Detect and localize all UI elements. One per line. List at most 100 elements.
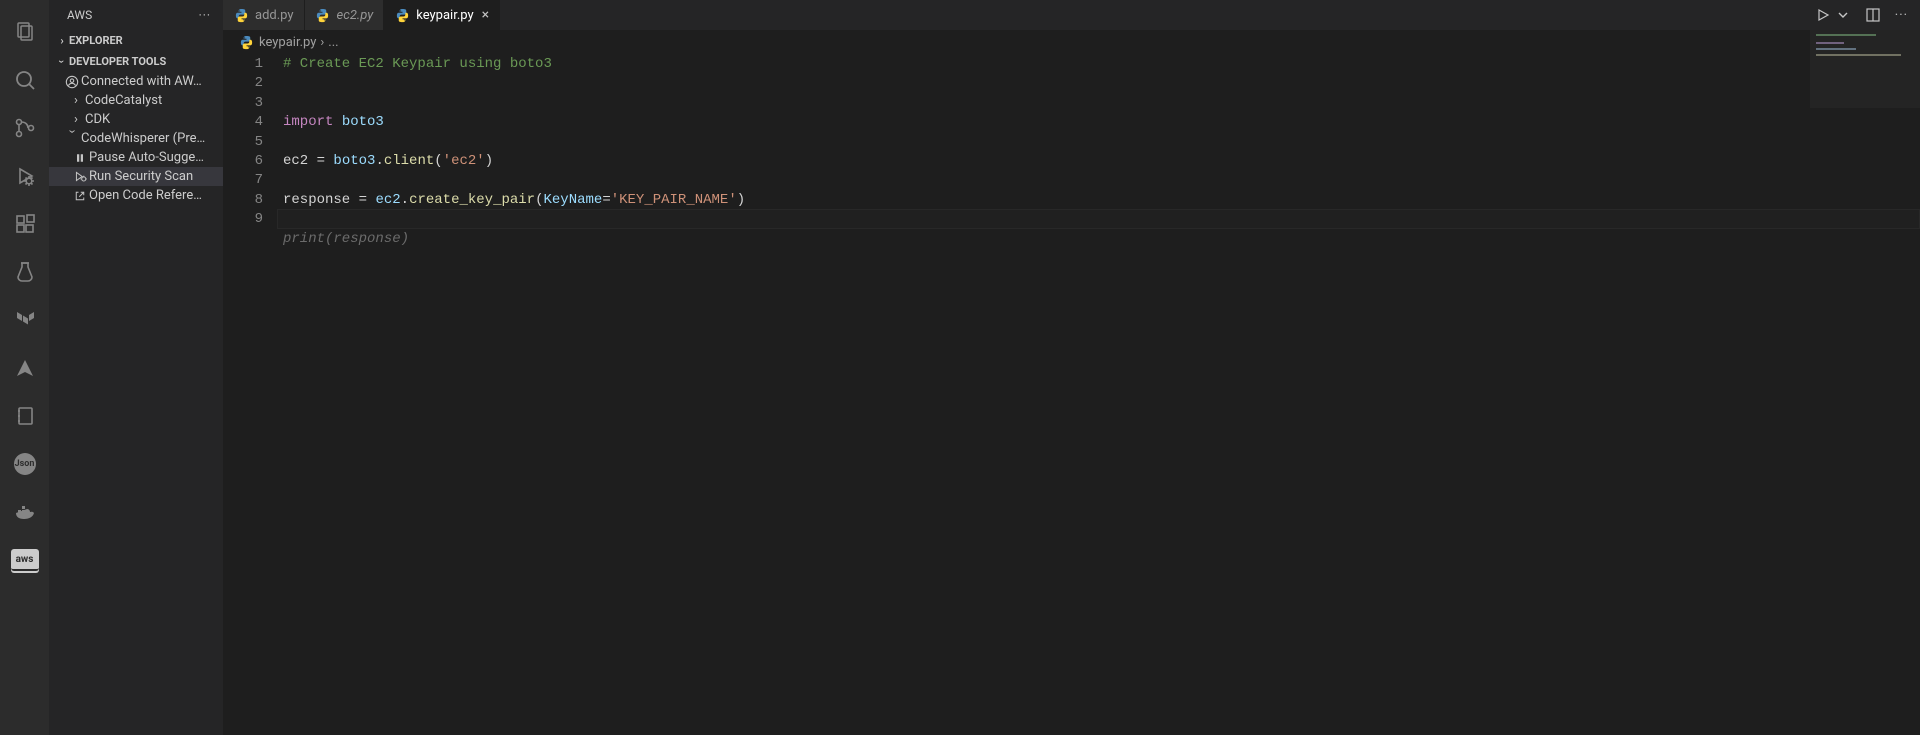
sidebar-item-connected[interactable]: Connected with AW… bbox=[49, 72, 223, 91]
code-token: # Create EC2 Keypair using boto3 bbox=[283, 56, 552, 72]
sidebar: AWS ··· › EXPLORER › DEVELOPER TOOLS Con… bbox=[49, 0, 223, 735]
chevron-down-icon: › bbox=[65, 130, 80, 148]
sidebar-item-label: Open Code Refere… bbox=[89, 188, 202, 203]
run-dropdown-icon[interactable] bbox=[1835, 7, 1851, 23]
aws-toolkit-icon[interactable]: aws bbox=[1, 536, 49, 584]
sidebar-item-run-scan[interactable]: Run Security Scan bbox=[49, 167, 223, 186]
code-token: boto3 bbox=[333, 114, 383, 130]
tab-ec2-py[interactable]: ec2.py bbox=[305, 0, 385, 30]
minimap[interactable] bbox=[1810, 30, 1920, 110]
code-token: 'KEY_PAIR_NAME' bbox=[611, 192, 737, 208]
code-token: ) bbox=[485, 153, 493, 169]
search-icon[interactable] bbox=[1, 56, 49, 104]
breadcrumb[interactable]: keypair.py › ... bbox=[223, 30, 1920, 54]
sidebar-item-label: CodeWhisperer (Pre… bbox=[81, 131, 205, 146]
code-token: = bbox=[359, 192, 376, 208]
explorer-label: EXPLORER bbox=[69, 34, 123, 47]
testing-icon[interactable] bbox=[1, 248, 49, 296]
code-token: ec2 bbox=[283, 153, 317, 169]
split-editor-icon[interactable] bbox=[1865, 7, 1881, 23]
code-token: ( bbox=[434, 153, 442, 169]
tab-label: ec2.py bbox=[337, 8, 374, 23]
sidebar-item-label: Pause Auto-Sugge… bbox=[89, 150, 204, 165]
sidebar-title: AWS bbox=[67, 8, 92, 22]
code-token: ec2 bbox=[375, 192, 400, 208]
sidebar-item-open-code-ref[interactable]: Open Code Refere… bbox=[49, 186, 223, 205]
code-token: response bbox=[283, 192, 359, 208]
code-token: import bbox=[283, 114, 333, 130]
inline-suggestion: print(response) bbox=[283, 231, 409, 247]
more-icon[interactable]: ··· bbox=[1895, 8, 1908, 23]
pause-icon bbox=[71, 152, 89, 164]
code-token: boto3 bbox=[333, 153, 375, 169]
code-token: = bbox=[602, 192, 610, 208]
bug-run-icon bbox=[71, 170, 89, 183]
sidebar-more-icon[interactable]: ··· bbox=[199, 8, 211, 22]
developer-tools-label: DEVELOPER TOOLS bbox=[69, 55, 166, 68]
line-number: 9 bbox=[223, 210, 263, 229]
code-editor[interactable]: 1 2 3 4 5 6 7 8 9 # Create EC2 Keypair u… bbox=[223, 54, 1920, 735]
sidebar-item-codewhisperer[interactable]: › CodeWhisperer (Pre… bbox=[49, 129, 223, 148]
code-token: . bbox=[401, 192, 409, 208]
line-number: 7 bbox=[223, 171, 263, 190]
code-token: 'ec2' bbox=[443, 153, 485, 169]
sidebar-item-label: CodeCatalyst bbox=[85, 93, 162, 108]
sidebar-item-pause[interactable]: Pause Auto-Sugge… bbox=[49, 148, 223, 167]
python-file-icon bbox=[233, 7, 249, 23]
docker-icon[interactable] bbox=[1, 488, 49, 536]
code-token: ( bbox=[535, 192, 543, 208]
terraform-icon[interactable] bbox=[1, 296, 49, 344]
sidebar-item-codecatalyst[interactable]: › CodeCatalyst bbox=[49, 91, 223, 110]
tab-keypair-py[interactable]: keypair.py × bbox=[384, 0, 500, 30]
line-number: 2 bbox=[223, 74, 263, 93]
code-token: client bbox=[384, 153, 434, 169]
line-number-gutter: 1 2 3 4 5 6 7 8 9 bbox=[223, 54, 283, 735]
link-external-icon bbox=[71, 190, 89, 202]
arrow-icon[interactable] bbox=[1, 344, 49, 392]
tab-label: keypair.py bbox=[416, 8, 473, 23]
tab-add-py[interactable]: add.py bbox=[223, 0, 305, 30]
editor-area: add.py ec2.py keypair.py × bbox=[223, 0, 1920, 735]
line-number: 1 bbox=[223, 55, 263, 74]
user-icon bbox=[63, 75, 81, 89]
explorer-section[interactable]: › EXPLORER bbox=[49, 30, 223, 51]
sidebar-item-label: Run Security Scan bbox=[89, 169, 193, 184]
chevron-right-icon: › bbox=[320, 35, 324, 50]
extensions-icon[interactable] bbox=[1, 200, 49, 248]
code-token: create_key_pair bbox=[409, 192, 535, 208]
line-number: 3 bbox=[223, 94, 263, 113]
python-file-icon bbox=[315, 7, 331, 23]
sidebar-item-label: Connected with AW… bbox=[81, 74, 202, 89]
tab-label: add.py bbox=[255, 8, 294, 23]
run-debug-icon[interactable] bbox=[1, 152, 49, 200]
notebook-icon[interactable] bbox=[1, 392, 49, 440]
line-number: 5 bbox=[223, 133, 263, 152]
sidebar-item-label: CDK bbox=[85, 112, 110, 127]
source-control-icon[interactable] bbox=[1, 104, 49, 152]
close-icon[interactable]: × bbox=[482, 7, 489, 23]
json-icon[interactable]: Json bbox=[1, 440, 49, 488]
developer-tools-section[interactable]: › DEVELOPER TOOLS bbox=[49, 51, 223, 72]
line-number: 4 bbox=[223, 113, 263, 132]
chevron-down-icon: › bbox=[56, 55, 69, 69]
code-token: . bbox=[375, 153, 383, 169]
chevron-right-icon: › bbox=[55, 34, 69, 47]
breadcrumb-rest: ... bbox=[328, 35, 338, 50]
run-icon[interactable] bbox=[1815, 7, 1831, 23]
python-file-icon bbox=[394, 7, 410, 23]
editor-actions: ··· bbox=[1815, 7, 1920, 23]
sidebar-header: AWS ··· bbox=[49, 0, 223, 30]
explorer-icon[interactable] bbox=[1, 8, 49, 56]
code-token: KeyName bbox=[544, 192, 603, 208]
code-token: ) bbox=[737, 192, 745, 208]
editor-tabs: add.py ec2.py keypair.py × bbox=[223, 0, 1920, 30]
sidebar-item-cdk[interactable]: › CDK bbox=[49, 110, 223, 129]
activity-bar: Json aws bbox=[0, 0, 49, 735]
line-number: 6 bbox=[223, 152, 263, 171]
code-token: = bbox=[317, 153, 334, 169]
chevron-right-icon: › bbox=[67, 112, 85, 127]
code-content[interactable]: # Create EC2 Keypair using boto3 import … bbox=[283, 54, 1920, 735]
line-number: 8 bbox=[223, 191, 263, 210]
chevron-right-icon: › bbox=[67, 93, 85, 108]
python-file-icon bbox=[239, 35, 255, 50]
